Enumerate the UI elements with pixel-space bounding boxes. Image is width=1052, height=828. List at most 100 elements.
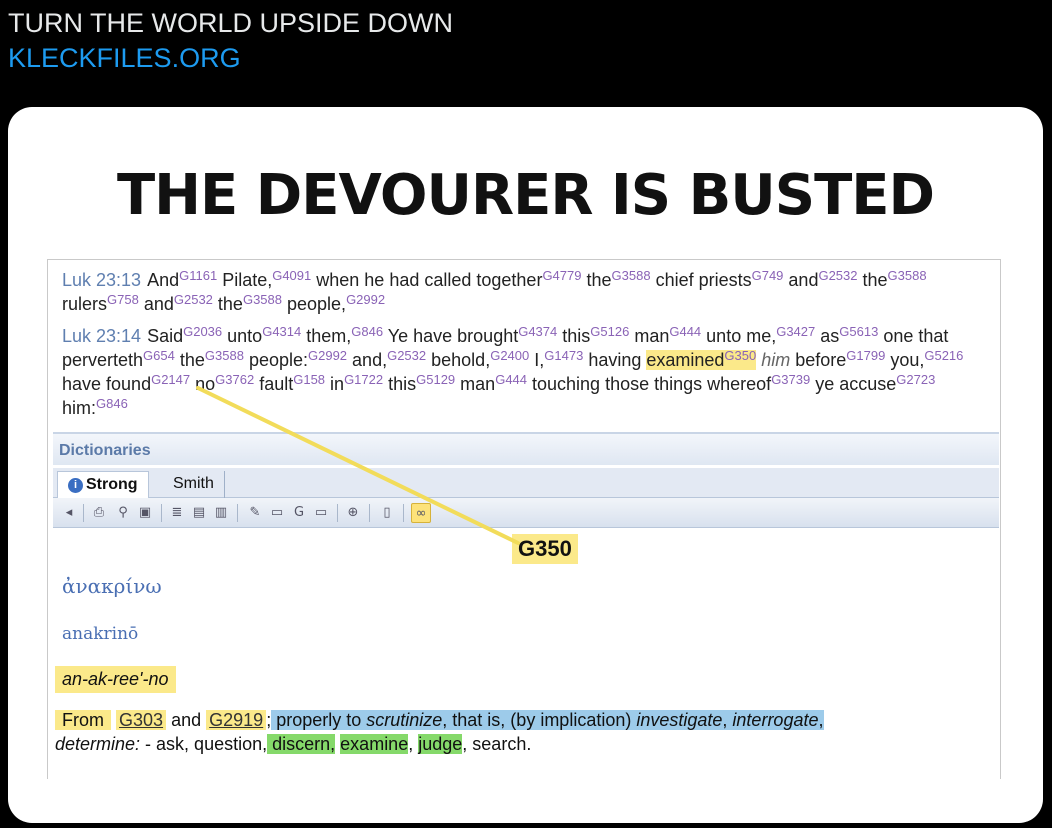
verse-word: them,: [301, 326, 352, 346]
strongs-tag[interactable]: G846: [351, 324, 383, 339]
toolbar-separator: [83, 504, 84, 522]
word-investigate: investigate: [636, 710, 723, 730]
verse-word: when he had called together: [311, 270, 543, 290]
verse-word: people,: [282, 294, 347, 314]
strongs-tag[interactable]: G2992: [308, 348, 347, 363]
strongs-tag[interactable]: G2532: [387, 348, 426, 363]
clipboard-icon[interactable]: ▥: [211, 503, 231, 523]
strongs-number: G350: [512, 534, 578, 564]
strike-icon[interactable]: ▭: [311, 503, 331, 523]
paste-icon[interactable]: ▤: [189, 503, 209, 523]
transliteration: anakrinō: [62, 624, 139, 644]
strongs-tag[interactable]: G3739: [771, 372, 810, 387]
strongs-tag[interactable]: G1722: [344, 372, 383, 387]
verse-word: the: [212, 294, 243, 314]
tab-strong[interactable]: i Strong: [57, 471, 149, 498]
strongs-tag[interactable]: G2992: [346, 292, 385, 307]
verse-token: Ye have broughtG4374: [383, 324, 558, 346]
verse-word: this: [383, 374, 417, 394]
verse-word: no: [190, 374, 216, 394]
strongs-tag[interactable]: G5613: [839, 324, 878, 339]
verse-token: faultG158: [254, 372, 325, 394]
strongs-tag[interactable]: G444: [669, 324, 701, 339]
strongs-tag[interactable]: G654: [143, 348, 175, 363]
verse-word: and: [138, 294, 174, 314]
verse-token: chief priestsG749: [651, 268, 784, 290]
strongs-tag[interactable]: G1799: [846, 348, 885, 363]
verse-luk-23-13: Luk 23:13 AndG1161 Pilate,G4091 when he h…: [62, 268, 992, 316]
strongs-tag[interactable]: G4779: [542, 268, 581, 283]
comma-text: ,: [722, 710, 733, 730]
verse-word: and,: [347, 350, 388, 370]
link-icon[interactable]: ∞: [411, 503, 431, 523]
edit-icon[interactable]: ✎: [245, 503, 265, 523]
copy-icon[interactable]: ▣: [135, 503, 155, 523]
strongs-tag[interactable]: G2036: [183, 324, 222, 339]
strongs-tag[interactable]: G2723: [896, 372, 935, 387]
verse-word: and: [783, 270, 819, 290]
verse-word: touching those things whereof: [527, 374, 772, 394]
strongs-tag[interactable]: G2532: [818, 268, 857, 283]
verse-word: fault: [254, 374, 294, 394]
format-icon[interactable]: ▭: [267, 503, 287, 523]
word-interrogate: interrogate: [732, 710, 819, 730]
strongs-tag[interactable]: G350: [724, 348, 756, 363]
verse-token: theG3588: [212, 292, 282, 314]
image-card[interactable]: THE DEVOURER IS BUSTED Luk 23:13 AndG1161…: [8, 107, 1043, 823]
strongs-tag[interactable]: G1473: [544, 348, 583, 363]
verse-word: Ye have brought: [383, 326, 519, 346]
verse-word: And: [147, 270, 180, 290]
verse-reference[interactable]: Luk 23:13: [62, 270, 141, 290]
strongs-tag[interactable]: G749: [752, 268, 784, 283]
verse-word: him:: [62, 398, 97, 418]
find-icon[interactable]: ⚲: [113, 503, 133, 523]
verse-token: I,G1473: [529, 348, 583, 370]
strongs-tag[interactable]: G3762: [215, 372, 254, 387]
toolbar-separator: [369, 504, 370, 522]
strongs-tag[interactable]: G3588: [612, 268, 651, 283]
verse-word: I,: [529, 350, 545, 370]
greek-word: ἀνακρίνω: [62, 574, 162, 598]
strongs-tag[interactable]: G2147: [151, 372, 190, 387]
strongs-tag[interactable]: G3427: [776, 324, 815, 339]
strongs-tag[interactable]: G4091: [272, 268, 311, 283]
strongs-tag[interactable]: G2532: [174, 292, 213, 307]
back-icon[interactable]: ◂: [59, 503, 79, 523]
print-icon[interactable]: ⎙: [89, 503, 109, 523]
strongs-tag[interactable]: G5126: [590, 324, 629, 339]
verse-word: this: [557, 326, 591, 346]
verse-token: him:G846: [62, 396, 128, 418]
book-icon[interactable]: ▯: [377, 503, 397, 523]
link-g2919[interactable]: G2919: [206, 710, 267, 730]
verse-token: you,G5216: [885, 348, 963, 370]
zoom-icon[interactable]: ⊕: [343, 503, 363, 523]
post-link[interactable]: KLECKFILES.ORG: [8, 40, 241, 76]
strongs-tag[interactable]: G4314: [262, 324, 301, 339]
verse-word: unto: [222, 326, 263, 346]
strongs-tag[interactable]: G444: [495, 372, 527, 387]
dictionary-toolbar: ◂ ⎙ ⚲ ▣ ≣ ▤ ▥ ✎ ▭ G ▭ ⊕ ▯ ∞: [53, 498, 999, 528]
strongs-tag[interactable]: G5129: [416, 372, 455, 387]
tab-smith[interactable]: Smith: [163, 471, 225, 498]
strongs-tag[interactable]: G3588: [243, 292, 282, 307]
verse-word: you,: [885, 350, 925, 370]
strongs-tag[interactable]: G1161: [179, 268, 217, 283]
link-g303[interactable]: G303: [116, 710, 167, 730]
verse-word: the: [581, 270, 612, 290]
strongs-tag[interactable]: G758: [107, 292, 139, 307]
verse-word: ye accuse: [810, 374, 897, 394]
strongs-tag[interactable]: G158: [293, 372, 325, 387]
strongs-tag[interactable]: G3588: [888, 268, 927, 283]
verse-token: when he had called togetherG4779: [311, 268, 581, 290]
god-icon[interactable]: G: [289, 503, 309, 523]
notes-icon[interactable]: ≣: [167, 503, 187, 523]
strongs-tag[interactable]: G5216: [924, 348, 963, 363]
strongs-tag[interactable]: G3588: [205, 348, 244, 363]
verse-token: Pilate,G4091: [217, 268, 311, 290]
strongs-tag[interactable]: G846: [96, 396, 128, 411]
strongs-tag[interactable]: G4374: [518, 324, 557, 339]
verse-token: unto me,G3427: [701, 324, 815, 346]
verse-word: behold,: [426, 350, 491, 370]
verse-reference[interactable]: Luk 23:14: [62, 326, 141, 346]
strongs-tag[interactable]: G2400: [490, 348, 529, 363]
